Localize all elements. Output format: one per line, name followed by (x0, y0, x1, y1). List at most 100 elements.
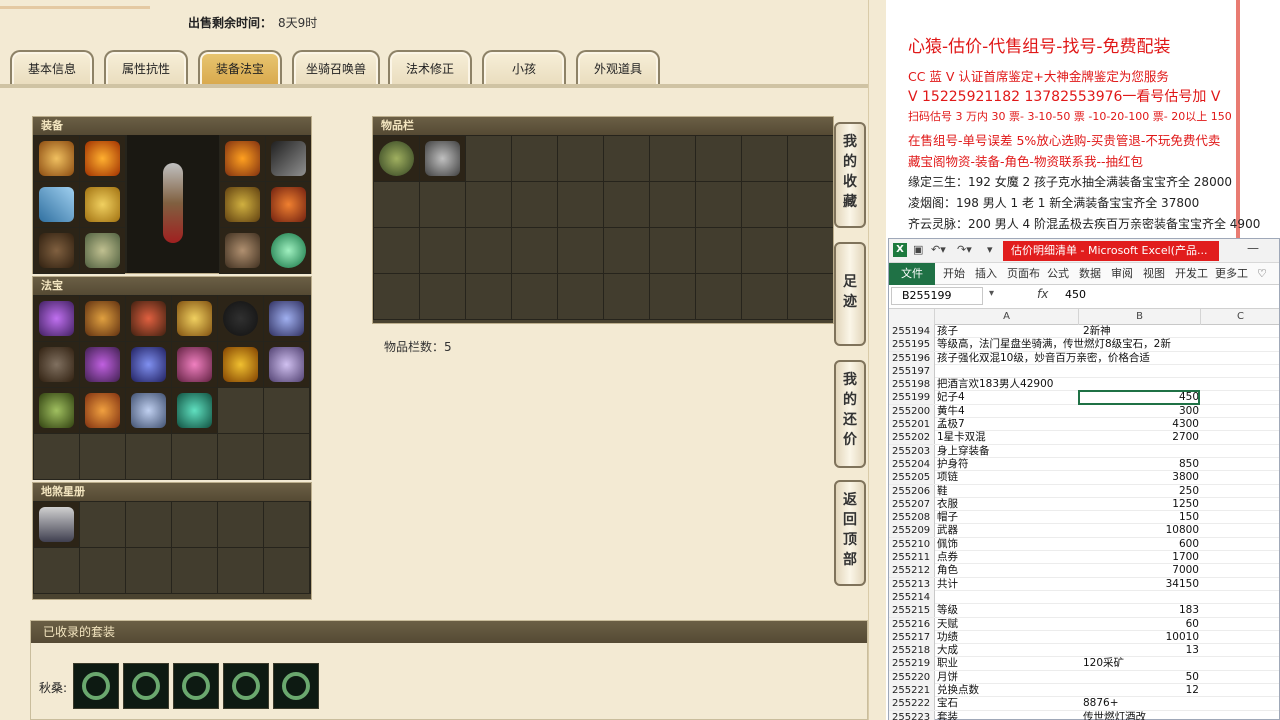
fx-icon[interactable]: fx (1037, 287, 1048, 301)
row-number[interactable]: 255222 (889, 697, 935, 711)
cell-a[interactable]: 帽子 (937, 511, 1079, 524)
row-number[interactable]: 255212 (889, 564, 935, 578)
fabao-slot[interactable] (172, 388, 217, 433)
row-number[interactable]: 255210 (889, 537, 935, 551)
cell-b[interactable]: 1700 (1079, 551, 1199, 564)
cell-a[interactable]: 孩子强化双混10级，妙音百万亲密，价格合适 (937, 352, 1150, 365)
cell-a[interactable]: 项链 (937, 471, 1079, 484)
tab-appearance[interactable]: 外观道具 (576, 50, 660, 86)
cell-b[interactable]: 3800 (1079, 471, 1199, 484)
suit-item[interactable] (73, 663, 119, 709)
ribbon-tab-more[interactable]: 更多工 (1215, 263, 1248, 285)
cell-a[interactable]: 孩子 (937, 325, 1079, 338)
column-header-a[interactable]: A (935, 309, 1079, 325)
equip-slot-boots[interactable] (80, 228, 125, 273)
cell-a[interactable]: 月饼 (937, 671, 1079, 684)
cell-a[interactable]: 职业 (937, 657, 1079, 670)
fabao-slot[interactable] (80, 296, 125, 341)
equip-slot-orb[interactable] (266, 228, 311, 273)
tab-equipment[interactable]: 装备法宝 (198, 50, 282, 86)
cell-a[interactable]: 佩饰 (937, 538, 1079, 551)
tab-child[interactable]: 小孩 (482, 50, 566, 86)
column-header-b[interactable]: B (1079, 309, 1201, 325)
tab-attributes[interactable]: 属性抗性 (104, 50, 188, 86)
cell-b[interactable]: 250 (1079, 485, 1199, 498)
equip-slot-amulet[interactable] (220, 136, 265, 181)
row-number[interactable]: 255203 (889, 444, 935, 458)
formula-input[interactable]: 450 (1065, 288, 1086, 301)
cell-b[interactable]: 450 (1078, 390, 1200, 406)
my-favorites-button[interactable]: 我的收藏 (834, 122, 866, 228)
save-icon[interactable]: ▣ (913, 243, 923, 256)
cell-a[interactable]: 衣服 (937, 498, 1079, 511)
row-number[interactable]: 255207 (889, 497, 935, 511)
cell-a[interactable]: 把酒言欢183男人42900 (937, 378, 1079, 391)
cell-b[interactable]: 10800 (1079, 524, 1199, 537)
cell-a[interactable]: 点券 (937, 551, 1079, 564)
name-box-dropdown-icon[interactable]: ▾ (989, 288, 994, 299)
row-number[interactable]: 255223 (889, 710, 935, 720)
ribbon-tab-data[interactable]: 数据 (1079, 263, 1101, 285)
row-number[interactable]: 255213 (889, 577, 935, 591)
fabao-slot[interactable] (218, 342, 263, 387)
cell-a[interactable]: 鞋 (937, 485, 1079, 498)
row-number[interactable]: 255195 (889, 338, 935, 352)
chevron-up-icon[interactable]: ♡ (1257, 263, 1267, 285)
tab-basic-info[interactable]: 基本信息 (10, 50, 94, 86)
row-number[interactable]: 255219 (889, 657, 935, 671)
row-number[interactable]: 255206 (889, 484, 935, 498)
row-number[interactable]: 255205 (889, 471, 935, 485)
cell-a[interactable]: 护身符 (937, 458, 1079, 471)
fabao-slot[interactable] (34, 342, 79, 387)
fabao-slot[interactable] (218, 296, 263, 341)
fabao-slot[interactable] (264, 342, 309, 387)
cell-a[interactable]: 天赋 (937, 618, 1079, 631)
fabao-slot[interactable] (34, 296, 79, 341)
row-number[interactable]: 255202 (889, 431, 935, 445)
cell-a[interactable]: 角色 (937, 564, 1079, 577)
cell-a[interactable]: 孟极7 (937, 418, 1079, 431)
row-number[interactable]: 255217 (889, 630, 935, 644)
cell-b[interactable]: 183 (1079, 604, 1199, 617)
cell-a[interactable]: 套装 (937, 711, 1079, 720)
fabao-slot[interactable] (172, 342, 217, 387)
cell-a[interactable]: 1星卡双混 (937, 431, 1079, 444)
equip-slot-necklace[interactable] (80, 136, 125, 181)
equip-slot-helmet[interactable] (34, 136, 79, 181)
fabao-slot[interactable] (80, 388, 125, 433)
row-number[interactable]: 255216 (889, 617, 935, 631)
row-number[interactable]: 255214 (889, 590, 935, 604)
redo-icon[interactable]: ↷▾ (957, 243, 972, 256)
cell-a[interactable]: 妃子4 (937, 391, 1079, 404)
ribbon-tab-developer[interactable]: 开发工 (1175, 263, 1208, 285)
ribbon-tab-page-layout[interactable]: 页面布 (1007, 263, 1040, 285)
cell-b[interactable]: 600 (1079, 538, 1199, 551)
row-number[interactable]: 255196 (889, 351, 935, 365)
cell-b[interactable]: 2700 (1079, 431, 1199, 444)
equip-slot-weapon[interactable] (34, 182, 79, 227)
column-header-c[interactable]: C (1201, 309, 1280, 325)
ribbon-tab-file[interactable]: 文件 (889, 263, 935, 285)
cell-a[interactable]: 兑换点数 (937, 684, 1079, 697)
back-to-top-button[interactable]: 返回顶部 (834, 480, 866, 586)
cell-b[interactable]: 13 (1079, 644, 1199, 657)
my-offers-button[interactable]: 我的还价 (834, 360, 866, 468)
inventory-slot[interactable] (420, 136, 465, 181)
ribbon-tab-insert[interactable]: 插入 (975, 263, 997, 285)
cell-a[interactable]: 等级高，法门星盘坐骑满，传世燃灯8级宝石，2新 (937, 338, 1171, 351)
fabao-slot[interactable] (34, 388, 79, 433)
row-number[interactable]: 255218 (889, 644, 935, 658)
cell-a[interactable]: 武器 (937, 524, 1079, 537)
cell-a[interactable]: 黄牛4 (937, 405, 1079, 418)
cell-a[interactable]: 大成 (937, 644, 1079, 657)
tab-mounts-pets[interactable]: 坐骑召唤兽 (292, 50, 380, 86)
equip-slot-earring[interactable] (266, 182, 311, 227)
equip-slot-lamp[interactable] (266, 136, 311, 181)
cell-b[interactable]: 4300 (1079, 418, 1199, 431)
cell-b[interactable]: 300 (1079, 405, 1199, 418)
row-number[interactable]: 255221 (889, 684, 935, 698)
row-number[interactable]: 255198 (889, 378, 935, 392)
row-number[interactable]: 255197 (889, 364, 935, 378)
equip-slot-belt[interactable] (34, 228, 79, 273)
cell-a[interactable]: 身上穿装备 (937, 445, 1079, 458)
